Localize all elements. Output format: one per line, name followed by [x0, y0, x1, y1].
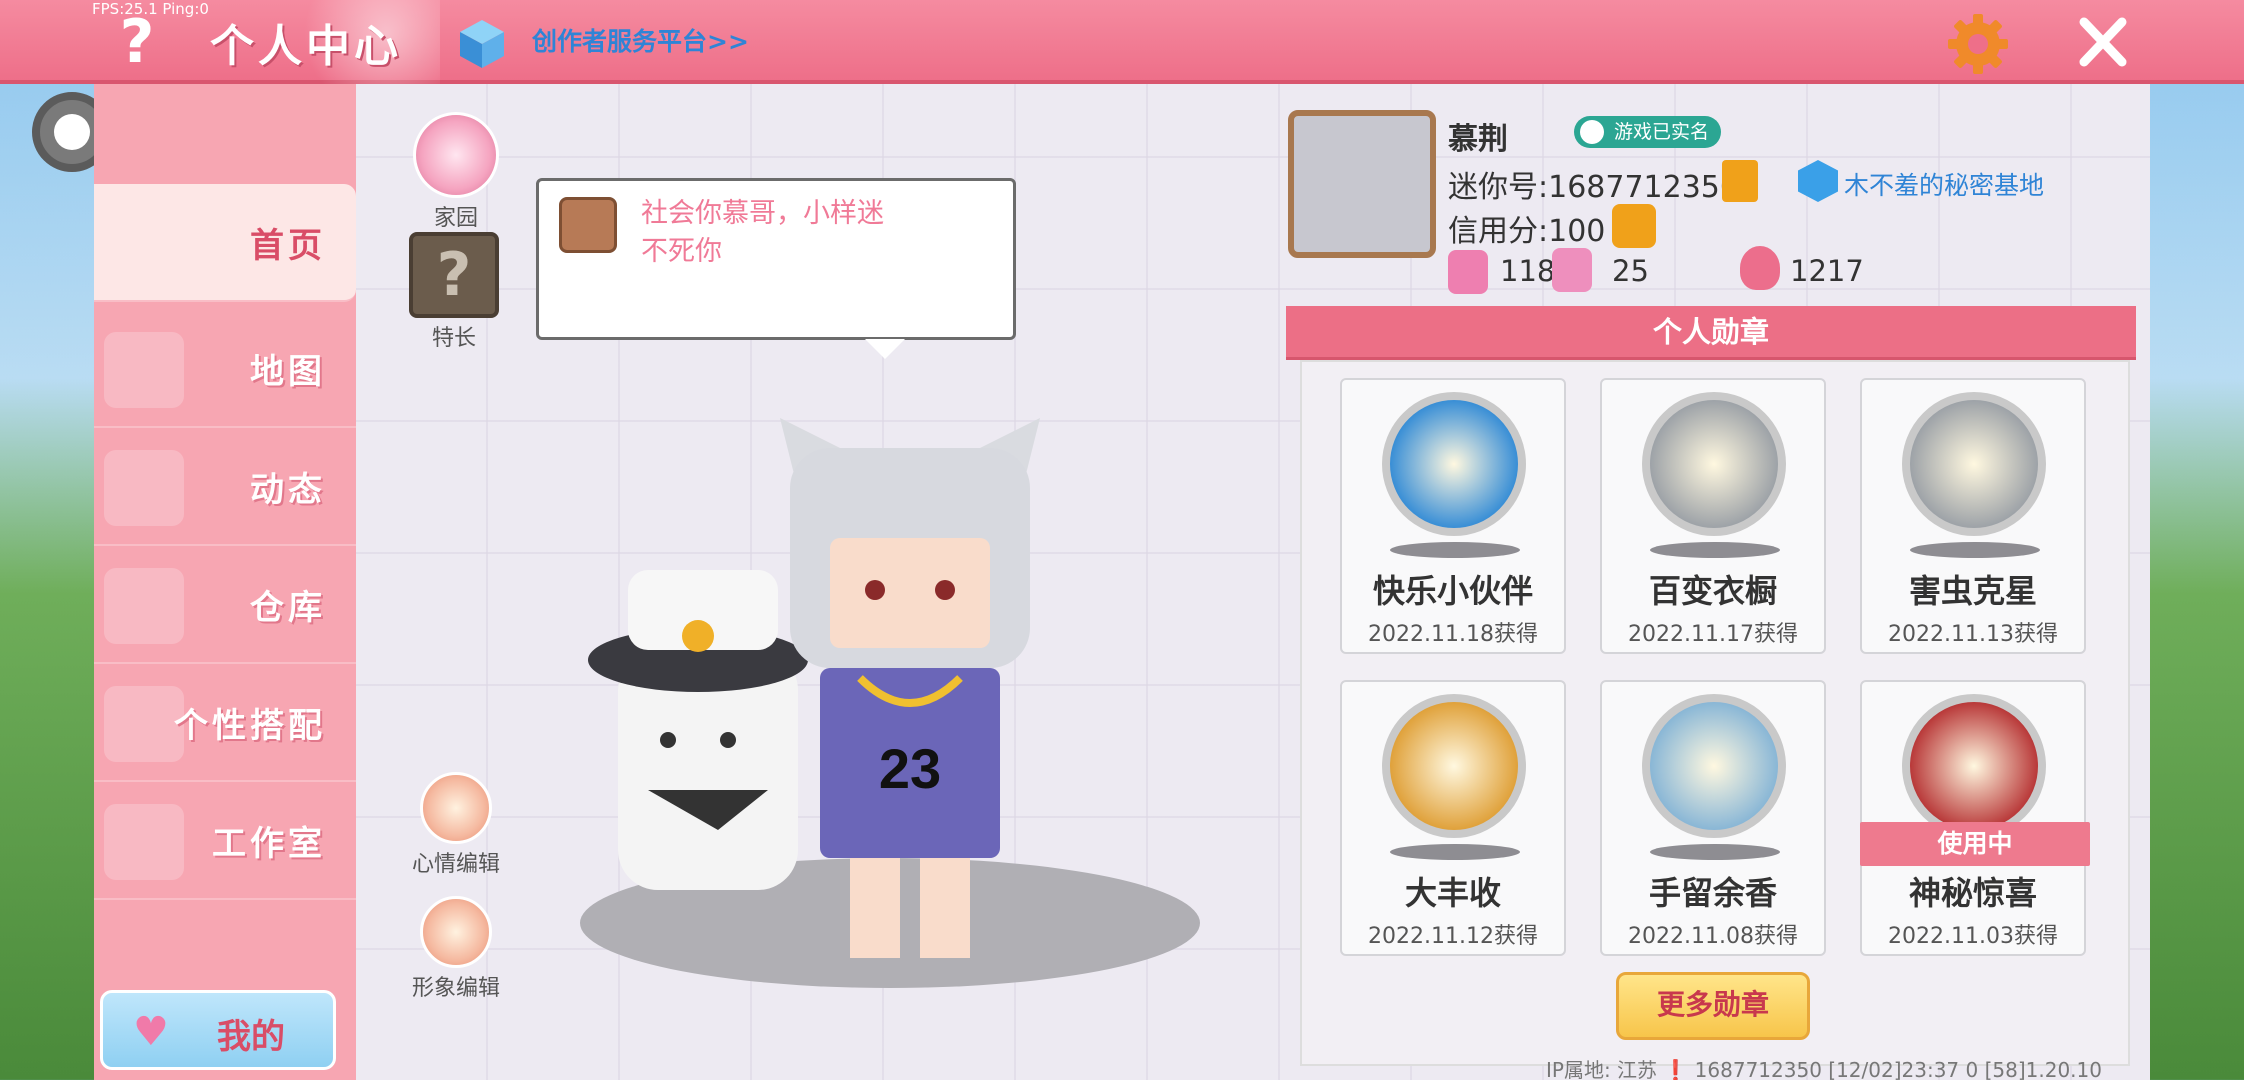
medal-name: 手留余香 [1648, 874, 1777, 912]
help-icon[interactable]: ? [112, 10, 162, 74]
medal-name: 害虫克星 [1908, 572, 2037, 610]
nickname: 慕荆 [1448, 122, 1508, 157]
sidebar-item-feed[interactable]: 动态 [94, 428, 356, 546]
sidebar-item-label: 地图 [250, 352, 326, 392]
medal-name: 大丰收 [1404, 874, 1501, 912]
skill-label: 特长 [431, 326, 476, 351]
page-title: 个人中心 [210, 21, 402, 72]
medal-icon [1382, 694, 1526, 838]
medal-card[interactable]: 快乐小伙伴 2022.11.18获得 [1340, 378, 1566, 654]
cube-icon[interactable] [458, 18, 506, 70]
sidebar-item-map[interactable]: 地图 [94, 310, 356, 428]
skill-button[interactable]: ? 特长 [408, 232, 500, 352]
medal-icon [1382, 392, 1526, 536]
medal-shadow [1910, 542, 2040, 558]
medal-icon [1642, 694, 1786, 838]
studio-icon [104, 804, 184, 880]
mood-edit-label: 心情编辑 [411, 852, 500, 877]
realname-badge: 游戏已实名 [1574, 116, 1722, 148]
sidebar-item-label: 工作室 [212, 824, 326, 864]
medal-icon [1902, 694, 2046, 838]
mood-text: 社会你慕哥，小样迷不死你 [641, 198, 884, 267]
sidebar-item-label: 个性搭配 [174, 706, 326, 746]
home-button[interactable]: 家园 [410, 112, 502, 232]
me-button[interactable]: ♥ 我的 [100, 990, 336, 1070]
home-label: 家园 [433, 206, 478, 231]
medal-name: 快乐小伙伴 [1372, 572, 1533, 610]
medal-card[interactable]: 使用中 神秘惊喜 2022.11.03获得 [1860, 680, 2090, 956]
sidebar-item-label: 动态 [250, 470, 326, 510]
gear-icon[interactable] [1946, 12, 2010, 76]
medal-shadow [1650, 542, 1780, 558]
medal-card[interactable]: 百变衣橱 2022.11.17获得 [1600, 378, 1826, 654]
outfit-icon [104, 686, 184, 762]
profile-avatar[interactable] [1288, 110, 1436, 258]
medal-icon [1642, 392, 1786, 536]
warehouse-icon [104, 568, 184, 644]
medal-panel: 快乐小伙伴 2022.11.18获得 百变衣橱 2022.11.17获得 害虫克… [1300, 360, 2130, 1066]
svg-text:23: 23 [879, 737, 941, 800]
map-icon [104, 332, 184, 408]
sidebar-item-label: 仓库 [250, 588, 326, 628]
fans-icon [1552, 248, 1592, 292]
heat-count: 1217 [1790, 254, 1864, 288]
clothes-icon [420, 896, 492, 968]
sidebar-item-outfit[interactable]: 个性搭配 [94, 664, 356, 782]
medal-date: 2022.11.13获得 [1888, 622, 2058, 647]
more-medals-button[interactable]: 更多勋章 [1616, 972, 1810, 1040]
medal-shadow [1390, 844, 1520, 860]
medal-date: 2022.11.08获得 [1628, 924, 1798, 949]
medal-date: 2022.11.12获得 [1368, 924, 1538, 949]
sidebar-item-warehouse[interactable]: 仓库 [94, 546, 356, 664]
medal-shadow [1390, 542, 1520, 558]
pig-icon [559, 197, 617, 253]
in-use-badge: 使用中 [1860, 822, 2090, 866]
medal-card[interactable]: 手留余香 2022.11.08获得 [1600, 680, 1826, 956]
edit-icon [420, 772, 492, 844]
sidebar-item-studio[interactable]: 工作室 [94, 782, 356, 900]
fans-count: 25 [1612, 254, 1649, 288]
medal-date: 2022.11.03获得 [1888, 924, 2058, 949]
medal-card[interactable]: 害虫克星 2022.11.13获得 [1860, 378, 2086, 654]
like-count: 118 [1500, 254, 1556, 288]
bell-icon [104, 450, 184, 526]
medal-name: 神秘惊喜 [1908, 874, 2037, 912]
like-icon [1448, 250, 1488, 294]
mood-edit-button[interactable]: 心情编辑 [410, 772, 502, 878]
question-block-icon: ? [409, 232, 499, 318]
player-character[interactable]: 23 [760, 408, 1060, 968]
medal-date: 2022.11.18获得 [1368, 622, 1538, 647]
house-icon [413, 112, 499, 198]
sidebar: 首页 地图 动态 仓库 个性搭配 工作室 [94, 84, 356, 1080]
sidebar-item-label: 首页 [250, 226, 326, 266]
fire-icon [1740, 246, 1780, 290]
creator-platform-link[interactable]: 创作者服务平台>> [532, 22, 749, 58]
medal-icon [1902, 392, 2046, 536]
medal-name: 百变衣橱 [1648, 572, 1777, 610]
medal-section-header: 个人勋章 [1286, 306, 2136, 360]
copy-icon[interactable] [1722, 160, 1758, 202]
medal-card[interactable]: 大丰收 2022.11.12获得 [1340, 680, 1566, 956]
user-card-icon[interactable] [1612, 204, 1656, 248]
me-label: 我的 [217, 1017, 285, 1057]
status-footer: IP属地: 江苏 ❗ 1687712350 [12/02]23:37 0 [58… [1546, 1058, 2102, 1080]
mini-id: 迷你号:1687712350 [1448, 170, 1739, 205]
heart-icon: ♥ [133, 1009, 169, 1055]
speech-bubble[interactable]: 社会你慕哥，小样迷不死你 [536, 178, 1016, 359]
credit-score: 信用分:100 [1448, 214, 1606, 249]
secret-base-link[interactable]: 木不羞的秘密基地 [1844, 166, 2044, 202]
medal-shadow [1650, 844, 1780, 860]
avatar-edit-button[interactable]: 形象编辑 [410, 896, 502, 1002]
avatar-edit-label: 形象编辑 [411, 976, 500, 1001]
medal-date: 2022.11.17获得 [1628, 622, 1798, 647]
close-icon[interactable] [2078, 14, 2128, 70]
sidebar-item-home[interactable]: 首页 [94, 184, 356, 302]
